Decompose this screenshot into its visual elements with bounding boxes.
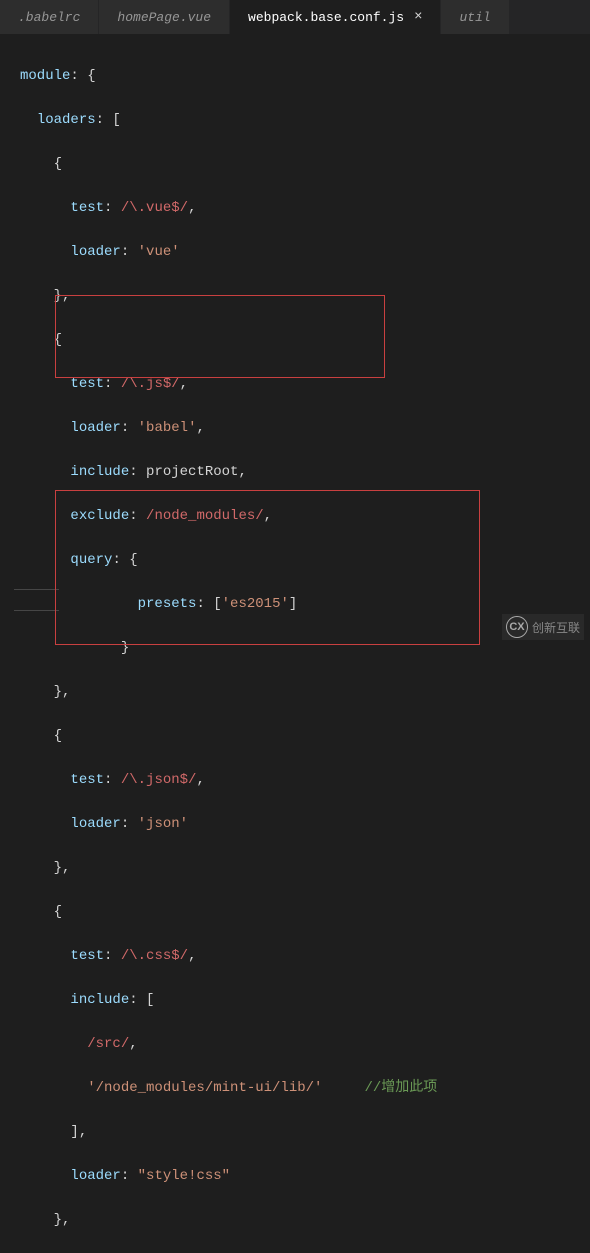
tab-util[interactable]: util — [441, 0, 509, 34]
code-line: }, — [20, 857, 590, 879]
code-line: { — [20, 153, 590, 175]
code-line: test: /\.css$/, — [20, 945, 590, 967]
code-line: { — [20, 725, 590, 747]
code-line: test: /\.vue$/, — [20, 197, 590, 219]
code-line: ], — [20, 1121, 590, 1143]
tab-bar: .babelrc homePage.vue webpack.base.conf.… — [0, 0, 590, 35]
code-line: loader: 'json' — [20, 813, 590, 835]
code-line: loader: 'babel', — [20, 417, 590, 439]
tab-webpack-conf[interactable]: webpack.base.conf.js × — [230, 0, 441, 34]
watermark-logo-icon: CX — [506, 616, 528, 638]
code-line: test: /\.json$/, — [20, 769, 590, 791]
tab-label: webpack.base.conf.js — [248, 10, 404, 25]
tab-label: util — [459, 10, 490, 25]
code-line: loader: 'vue' — [20, 241, 590, 263]
close-icon[interactable]: × — [414, 9, 422, 25]
code-line: include: [ — [20, 989, 590, 1011]
watermark: CX 创新互联 — [502, 614, 584, 640]
code-line: loader: "style!css" — [20, 1165, 590, 1187]
annotation-box-css-loader — [55, 490, 480, 645]
code-line: include: projectRoot, — [20, 461, 590, 483]
code-line: '/node_modules/mint-ui/lib/' //增加此项 — [20, 1077, 590, 1099]
code-line: }, — [20, 1209, 590, 1231]
watermark-text: 创新互联 — [532, 619, 580, 636]
current-line-highlight — [14, 589, 59, 611]
tab-label: .babelrc — [18, 10, 80, 25]
code-line: }, — [20, 681, 590, 703]
code-line: { — [20, 901, 590, 923]
code-line: module: { — [20, 65, 590, 87]
annotation-box-query — [55, 295, 385, 378]
tab-babelrc[interactable]: .babelrc — [0, 0, 99, 34]
tab-label: homePage.vue — [117, 10, 211, 25]
code-line: loaders: [ — [20, 109, 590, 131]
tab-homepage[interactable]: homePage.vue — [99, 0, 230, 34]
code-line: /src/, — [20, 1033, 590, 1055]
